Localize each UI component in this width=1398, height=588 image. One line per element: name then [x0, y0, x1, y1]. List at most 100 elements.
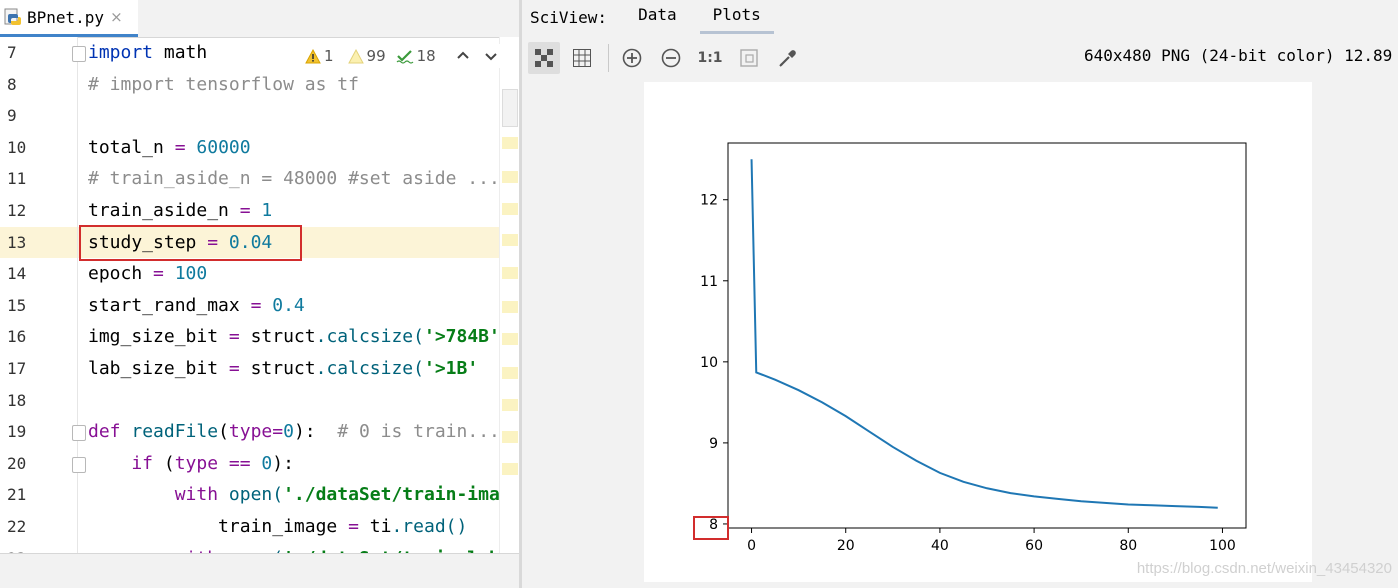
code-line[interactable]: start_rand_max = 0.4 — [78, 290, 499, 321]
toolbar-separator — [608, 44, 609, 72]
code-line[interactable] — [78, 100, 499, 131]
code-token: == — [218, 452, 262, 474]
file-tab[interactable]: BPnet.py × — [0, 0, 138, 37]
warning-marker[interactable] — [502, 171, 518, 183]
line-number: 17 — [7, 359, 27, 378]
code-token: ti — [369, 516, 392, 537]
warning-marker[interactable] — [502, 203, 518, 215]
warning-marker[interactable] — [502, 301, 518, 313]
warning-marker[interactable] — [502, 431, 518, 443]
weak-warnings-count-label: 99 — [366, 47, 386, 65]
code-line[interactable]: total_n = 60000 — [78, 132, 499, 163]
sciview-title: SciView: — [530, 7, 608, 27]
code-token: 0.4 — [272, 294, 305, 316]
study-step-callout — [79, 225, 302, 261]
grid-icon[interactable] — [566, 42, 598, 74]
code-token: .calcsize( — [315, 358, 424, 379]
typo-check-icon — [396, 49, 414, 64]
code-token: = — [239, 200, 262, 221]
code-editor[interactable]: BPnet.py × 7 8 9 10 11 12 13 14 15 16 17 18 19 20 21 22… — [0, 0, 519, 588]
editor-tab-bar: BPnet.py × — [0, 0, 519, 38]
fold-icon[interactable] — [72, 456, 86, 473]
code-token: './dataSet/train-images — [283, 484, 499, 506]
y-tick-label: 9 — [709, 436, 718, 452]
code-token: type — [228, 421, 273, 443]
warning-marker[interactable] — [502, 399, 518, 411]
code-line[interactable]: train_image = ti.read() — [78, 511, 499, 542]
code-token: .read() — [391, 516, 468, 537]
warning-marker[interactable] — [502, 463, 518, 475]
line-number: 19 — [7, 422, 27, 442]
code-line[interactable]: if (type == 0): — [78, 448, 499, 479]
plot-image: 0 20 40 60 80 100 8 9 10 11 12 — [644, 82, 1312, 582]
code-token: ( — [163, 452, 175, 474]
code-line[interactable] — [78, 385, 499, 416]
code-text: if (type == 0): — [88, 448, 294, 479]
line-number: 8 — [7, 74, 17, 94]
code-area[interactable]: import math # import tensorflow as tf tota… — [78, 37, 499, 553]
code-line[interactable]: with open('./dataSet/train-labels — [78, 543, 499, 553]
next-highlight-icon[interactable] — [480, 45, 502, 67]
scrollbar-thumb[interactable] — [502, 89, 518, 127]
python-file-icon — [4, 8, 21, 25]
series-line — [750, 159, 1218, 509]
code-text: def readFile(type=0): # 0 is train... — [88, 416, 499, 447]
chessboard-icon[interactable] — [528, 42, 560, 74]
code-line[interactable]: with open('./dataSet/train-images — [78, 479, 499, 510]
code-token: with — [88, 484, 229, 506]
y-tick-8-callout — [693, 516, 729, 540]
code-text: start_rand_max = 0.4 — [88, 290, 305, 321]
code-token: '>784B' — [423, 326, 499, 348]
previous-highlight-icon[interactable] — [452, 45, 474, 67]
code-line[interactable]: lab_size_bit = struct.calcsize('>1B' — [78, 353, 499, 384]
editor-status-area — [0, 553, 519, 588]
code-token: 100 — [174, 263, 208, 285]
x-tick-label: 0 — [747, 538, 756, 554]
warning-marker[interactable] — [502, 367, 518, 379]
code-token: ( — [218, 421, 229, 443]
code-token: # 0 is train... — [337, 421, 499, 443]
weak-warning-icon — [347, 48, 364, 63]
typos-count[interactable]: 18 — [396, 47, 436, 65]
x-tick-label: 100 — [1209, 538, 1236, 554]
code-line[interactable]: img_size_bit = struct.calcsize('>784B' — [78, 321, 499, 352]
line-number: 7 — [7, 43, 17, 62]
code-line[interactable]: # train_aside_n = 48000 #set aside ... — [78, 163, 499, 194]
code-token: train_image — [88, 516, 349, 537]
code-line[interactable]: # import tensorflow as tf — [78, 69, 499, 100]
color-picker-icon[interactable] — [772, 42, 804, 74]
code-token: 1 — [261, 200, 273, 221]
code-line[interactable]: epoch = 100 — [78, 258, 499, 289]
close-tab-icon[interactable]: × — [110, 8, 123, 26]
error-stripe[interactable] — [499, 37, 519, 553]
code-token: = — [228, 358, 251, 379]
tab-plots[interactable]: Plots — [699, 0, 774, 34]
loss-line-chart: 0 20 40 60 80 10089101112 — [700, 142, 1247, 554]
line-number: 14 — [7, 264, 27, 284]
weak-warnings-count[interactable]: 99 — [347, 47, 386, 65]
warning-marker[interactable] — [502, 234, 518, 246]
zoom-in-icon[interactable] — [616, 42, 648, 74]
inspection-widget[interactable]: 1 99 18 — [305, 44, 502, 68]
code-token: img_size_bit — [88, 326, 229, 348]
actual-size-icon[interactable]: 1:1 — [694, 42, 726, 74]
x-tick-label: 80 — [1119, 538, 1137, 554]
y-tick-label: 12 — [700, 193, 718, 209]
code-token: ): — [293, 421, 338, 443]
line-number: 18 — [7, 390, 27, 410]
warning-marker[interactable] — [502, 137, 518, 149]
code-token: = — [250, 294, 273, 316]
zoom-out-icon[interactable] — [655, 42, 687, 74]
code-line[interactable]: train_aside_n = 1 — [78, 195, 499, 226]
warning-marker[interactable] — [502, 333, 518, 345]
warnings-count[interactable]: 1 — [305, 47, 334, 65]
code-line[interactable]: def readFile(type=0): # 0 is train... — [78, 416, 499, 447]
plot-frame — [727, 142, 1247, 529]
fit-icon[interactable] — [733, 42, 765, 74]
code-token: 60000 — [196, 136, 251, 158]
fold-icon[interactable] — [72, 425, 86, 442]
warning-marker[interactable] — [502, 267, 518, 279]
code-token: # import tensorflow as tf — [88, 73, 359, 95]
fold-icon[interactable] — [72, 46, 86, 62]
tab-data[interactable]: Data — [625, 0, 690, 34]
